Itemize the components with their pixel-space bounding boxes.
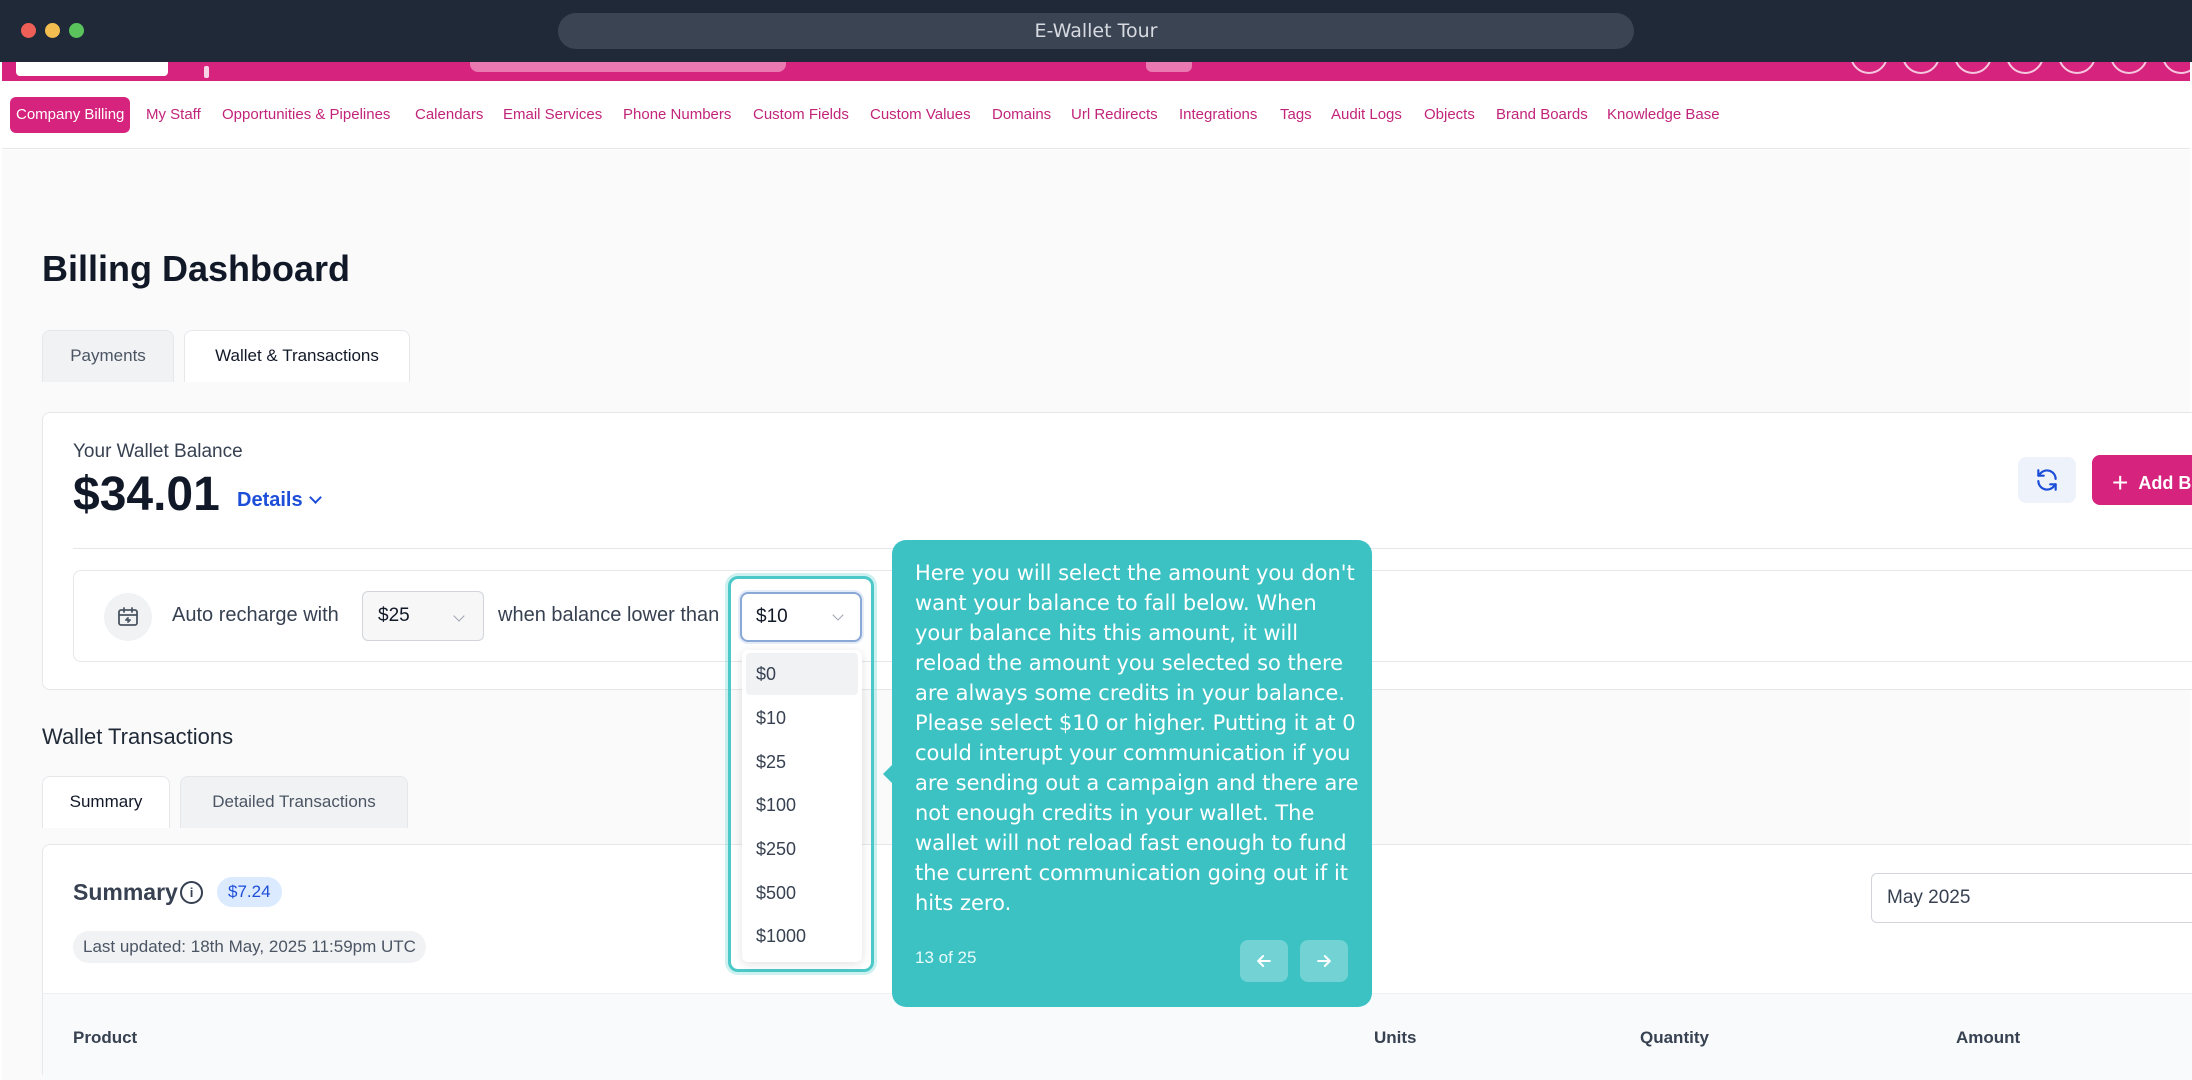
nav-item-email-services[interactable]: Email Services bbox=[503, 97, 602, 133]
column-header-units: Units bbox=[1374, 1028, 1417, 1047]
column-header-quantity: Quantity bbox=[1640, 1028, 1709, 1047]
wallet-transactions-title: Wallet Transactions bbox=[42, 724, 234, 749]
wallet-balance-label: Your Wallet Balance bbox=[73, 441, 243, 462]
tab-detailed-transactions[interactable]: Detailed Transactions bbox=[180, 776, 408, 828]
column-header-product: Product bbox=[73, 1028, 138, 1047]
arrow-right-icon bbox=[1317, 955, 1331, 967]
page-title: Billing Dashboard bbox=[42, 248, 351, 289]
tour-progress: 13 of 25 bbox=[915, 948, 977, 967]
add-balance-button[interactable]: + Add Ba bbox=[2092, 455, 2192, 505]
tour-previous-button[interactable] bbox=[1240, 940, 1288, 982]
window-title: E-Wallet Tour bbox=[558, 13, 1634, 49]
header-circle-icon[interactable] bbox=[1954, 62, 1992, 74]
header-circle-icon[interactable] bbox=[1850, 62, 1888, 74]
tour-next-button[interactable] bbox=[1300, 940, 1348, 982]
threshold-option[interactable]: $250 bbox=[746, 828, 858, 870]
arrow-left-icon bbox=[1257, 955, 1271, 967]
threshold-option[interactable]: $1000 bbox=[746, 915, 858, 957]
recharge-calendar-icon bbox=[118, 607, 138, 626]
app-header bbox=[2, 62, 2190, 81]
nav-item-objects[interactable]: Objects bbox=[1424, 97, 1475, 133]
info-icon[interactable]: i bbox=[180, 881, 203, 904]
tab-summary[interactable]: Summary bbox=[42, 776, 170, 828]
threshold-option[interactable]: $25 bbox=[746, 741, 858, 783]
summary-title: Summary bbox=[73, 879, 178, 905]
header-circle-icon[interactable] bbox=[2006, 62, 2044, 74]
month-picker[interactable]: May 2025 bbox=[1871, 873, 2192, 923]
nav-item-opportunities-pipelines[interactable]: Opportunities & Pipelines bbox=[222, 97, 390, 133]
threshold-value: $10 bbox=[756, 606, 788, 627]
header-circle-icon[interactable] bbox=[1902, 62, 1940, 74]
tour-tooltip: Here you will select the amount you don'… bbox=[892, 540, 1372, 1007]
minimize-window-button[interactable] bbox=[45, 23, 60, 38]
nav-item-audit-logs[interactable]: Audit Logs bbox=[1331, 97, 1402, 133]
nav-item-my-staff[interactable]: My Staff bbox=[146, 97, 201, 133]
nav-item-custom-fields[interactable]: Custom Fields bbox=[753, 97, 849, 133]
nav-item-brand-boards[interactable]: Brand Boards bbox=[1496, 97, 1588, 133]
chevron-down-icon bbox=[308, 491, 322, 504]
nav-item-integrations[interactable]: Integrations bbox=[1179, 97, 1257, 133]
threshold-option[interactable]: $0 bbox=[746, 653, 858, 695]
chevron-down-icon bbox=[832, 609, 844, 621]
tab-wallet-transactions[interactable]: Wallet & Transactions bbox=[184, 330, 410, 382]
threshold-select[interactable]: $10 bbox=[740, 592, 862, 642]
auto-recharge-middle: when balance lower than bbox=[498, 604, 720, 626]
nav-item-domains[interactable]: Domains bbox=[992, 97, 1051, 133]
nav-item-tags[interactable]: Tags bbox=[1280, 97, 1312, 133]
header-circle-icon[interactable] bbox=[2110, 62, 2148, 74]
window-titlebar: E-Wallet Tour bbox=[0, 0, 2192, 62]
chevron-down-icon bbox=[453, 610, 465, 622]
auto-recharge-icon-wrap bbox=[104, 593, 152, 641]
refresh-icon bbox=[2037, 469, 2057, 491]
threshold-options-menu: $0 $10 $25 $100 $250 $500 $1000 bbox=[742, 650, 862, 962]
threshold-option[interactable]: $100 bbox=[746, 784, 858, 826]
threshold-option[interactable]: $500 bbox=[746, 872, 858, 914]
nav-item-knowledge-base[interactable]: Knowledge Base bbox=[1607, 97, 1720, 133]
nav-item-calendars[interactable]: Calendars bbox=[415, 97, 483, 133]
tab-payments[interactable]: Payments bbox=[42, 330, 174, 382]
tour-text: Here you will select the amount you don'… bbox=[915, 561, 1359, 915]
details-toggle[interactable]: Details bbox=[237, 489, 322, 512]
details-label: Details bbox=[237, 489, 303, 511]
auto-recharge-prefix: Auto recharge with bbox=[172, 604, 339, 626]
header-circle-icon[interactable] bbox=[2162, 62, 2190, 74]
plus-icon: + bbox=[2112, 467, 2129, 498]
location-switcher[interactable] bbox=[16, 62, 168, 76]
recharge-amount-select[interactable]: $25 bbox=[362, 591, 484, 641]
header-divider bbox=[204, 66, 209, 78]
header-quick-action-button[interactable] bbox=[1146, 62, 1192, 72]
nav-item-custom-values[interactable]: Custom Values bbox=[870, 97, 971, 133]
threshold-option[interactable]: $10 bbox=[746, 697, 858, 739]
recharge-amount-value: $25 bbox=[378, 605, 410, 626]
wallet-balance-amount: $34.01 bbox=[73, 468, 220, 521]
summary-total-badge: $7.24 bbox=[217, 877, 282, 907]
last-updated-chip: Last updated: 18th May, 2025 11:59pm UTC bbox=[73, 931, 426, 963]
settings-nav: Company Billing My Staff Opportunities &… bbox=[2, 81, 2190, 149]
refresh-balance-button[interactable] bbox=[2018, 457, 2076, 503]
nav-item-company-billing[interactable]: Company Billing bbox=[10, 97, 131, 133]
close-window-button[interactable] bbox=[21, 23, 36, 38]
global-search[interactable] bbox=[470, 62, 786, 72]
add-balance-label: Add Ba bbox=[2138, 473, 2192, 493]
maximize-window-button[interactable] bbox=[69, 23, 84, 38]
nav-item-phone-numbers[interactable]: Phone Numbers bbox=[623, 97, 731, 133]
header-circle-icon[interactable] bbox=[2058, 62, 2096, 74]
column-header-amount: Amount bbox=[1956, 1028, 2021, 1047]
nav-item-url-redirects[interactable]: Url Redirects bbox=[1071, 97, 1158, 133]
